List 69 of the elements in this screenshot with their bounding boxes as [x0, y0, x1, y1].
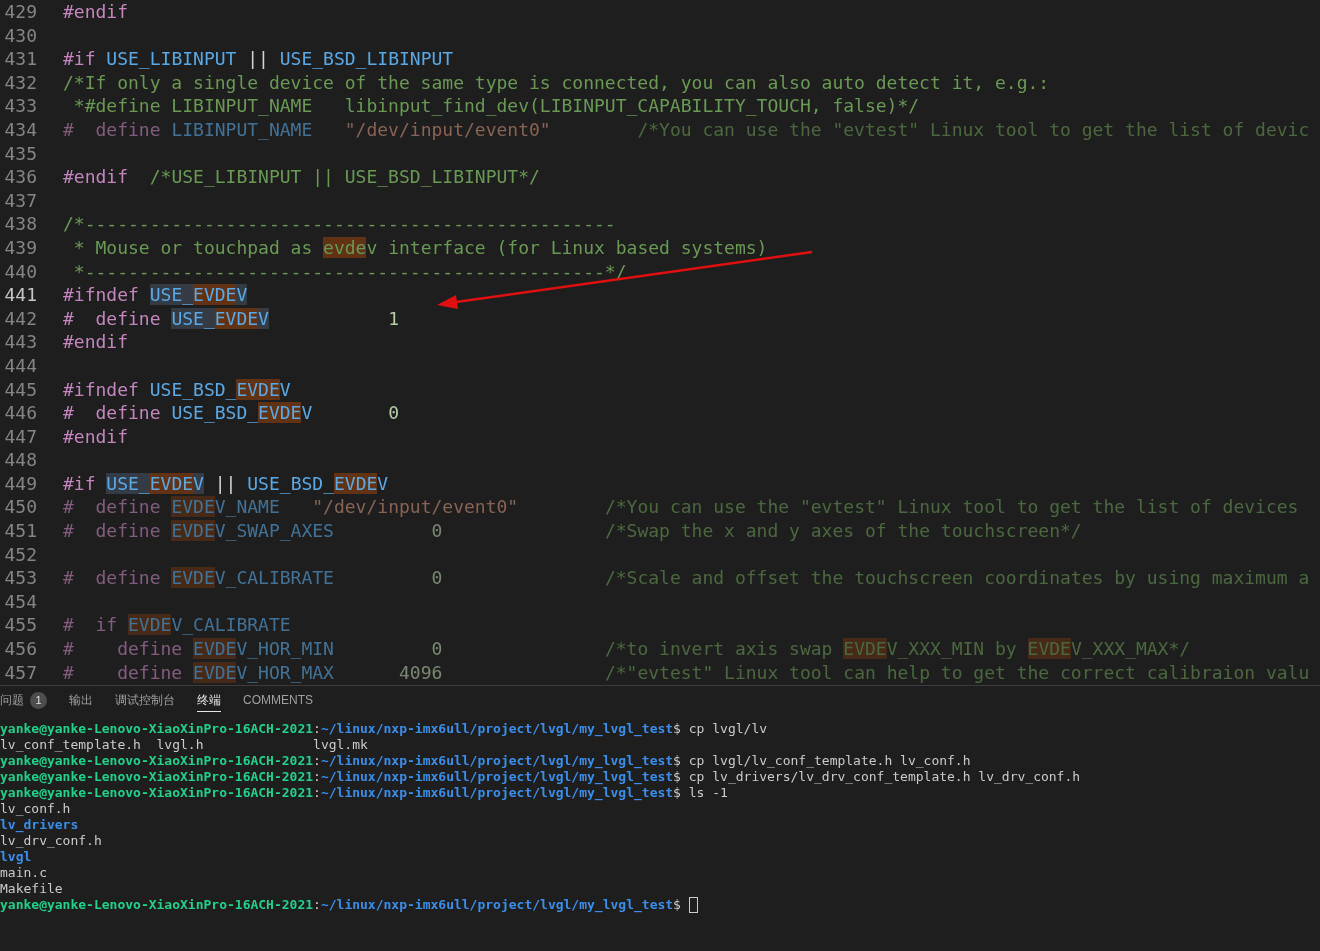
code-line: *#define LIBINPUT_NAME libinput_find_dev(LIBINPUT_CAPABILITY_TOUCH, false)*/: [72, 94, 920, 118]
code-line: #endif: [63, 424, 129, 449]
line-number: 443: [3, 330, 37, 354]
line-number: 433: [3, 94, 37, 118]
code-line: # define LIBINPUT_NAME "/dev/input/event0" /*You can use the "evtest" Linux tool to get the list of devic: [63, 117, 1310, 142]
code-line: # define EVDEV_SWAP_AXES 0 /*Swap the x and y axes of the touchscreen*/: [63, 519, 1082, 543]
code-line: #endif: [63, 0, 129, 24]
terminal-line: Makefile: [0, 881, 63, 897]
code-line: #ifndef USE_BSD_EVDEV: [63, 377, 291, 402]
code-line: #if USE_LIBINPUT || USE_BSD_LIBINPUT: [63, 47, 454, 71]
line-number: 450: [3, 495, 37, 520]
code-line: #ifndef USE_EVDEV: [63, 283, 248, 307]
terminal-line: yanke@yanke-Lenovo-XiaoXinPro-16ACH-2021:~/linux/nxp-imx6ull/project/lvgl/my_lvgl_test$ cp lvgl/lv: [0, 721, 768, 737]
panel-tab[interactable]: 输出: [69, 688, 93, 712]
line-number: 430: [3, 23, 37, 48]
terminal-line: lv_drivers: [0, 817, 79, 833]
terminal-line: lvgl: [0, 849, 32, 865]
line-number: 445: [3, 377, 37, 402]
code-line: #if USE_EVDEV || USE_BSD_EVDEV: [63, 471, 389, 496]
line-number: 436: [3, 165, 37, 189]
terminal-line: yanke@yanke-Lenovo-XiaoXinPro-16ACH-2021:~/linux/nxp-imx6ull/project/lvgl/my_lvgl_test$ cp lv_drivers/lv_drv_conf_template.h lv_drv_conf.h: [0, 769, 1081, 785]
panel-tab[interactable]: 终端: [197, 688, 221, 712]
code-line: #endif: [63, 330, 129, 354]
terminal-line: lv_conf.h: [0, 801, 71, 817]
line-number: 451: [3, 519, 37, 543]
code-line: # if EVDEV_CALIBRATE: [63, 613, 291, 638]
code-line: /*-------------------------------------------------: [63, 212, 616, 236]
line-number: 453: [3, 566, 37, 590]
line-number: 432: [3, 70, 37, 95]
terminal-line: yanke@yanke-Lenovo-XiaoXinPro-16ACH-2021:~/linux/nxp-imx6ull/project/lvgl/my_lvgl_test$ cp lvgl/lv_conf_template.h lv_conf.h: [0, 753, 971, 769]
line-number: 431: [3, 47, 37, 71]
line-number: 439: [3, 235, 37, 260]
terminal-line: lv_conf_template.h lvgl.h lvgl.mk: [0, 737, 368, 753]
line-number: 456: [3, 637, 37, 661]
line-number: 441: [3, 283, 37, 307]
terminal-line: main.c: [0, 865, 47, 881]
line-number: 438: [3, 212, 37, 236]
code-line: #endif /*USE_LIBINPUT || USE_BSD_LIBINPUT*/: [63, 165, 540, 189]
line-number: 429: [3, 0, 37, 24]
line-number: 434: [3, 117, 37, 142]
line-number: 449: [3, 471, 37, 496]
line-number: 452: [3, 542, 37, 567]
code-line: # define USE_EVDEV 1: [63, 306, 399, 331]
line-number: 440: [3, 259, 37, 284]
code-line: * Mouse or touchpad as evdev interface (for Linux based systems): [72, 235, 768, 260]
line-number: 454: [3, 589, 37, 614]
panel-tab[interactable]: 调试控制台: [115, 688, 175, 712]
code-line: /*If only a single device of the same type is connected, you can also auto detect it, e.g.:: [63, 70, 1050, 95]
terminal-line: yanke@yanke-Lenovo-XiaoXinPro-16ACH-2021:~/linux/nxp-imx6ull/project/lvgl/my_lvgl_test$ ls -1: [0, 785, 728, 801]
terminal-line: lv_drv_conf.h: [0, 833, 102, 849]
panel-tab[interactable]: COMMENTS: [243, 688, 313, 712]
line-number: 446: [3, 401, 37, 425]
terminal-line: yanke@yanke-Lenovo-XiaoXinPro-16ACH-2021:~/linux/nxp-imx6ull/project/lvgl/my_lvgl_test$: [0, 897, 681, 913]
code-line: # define EVDEV_CALIBRATE 0 /*Scale and offset the touchscreen coordinates by using maximum a: [63, 566, 1310, 590]
line-number: 437: [3, 188, 37, 213]
line-number: 457: [3, 660, 37, 685]
code-line: # define EVDEV_HOR_MIN 0 /*to invert axis swap EVDEV_XXX_MIN by EVDEV_XXX_MAX*/: [63, 637, 1191, 661]
count-badge: 1: [30, 691, 47, 709]
code-line: # define EVDEV_HOR_MAX 4096 /*"evtest" Linux tool can help to get the correct calibraion valu: [63, 660, 1310, 685]
line-number: 442: [3, 306, 37, 331]
line-number: 447: [3, 424, 37, 449]
code-line: # define USE_BSD_EVDEV 0: [63, 401, 399, 425]
line-number: 444: [3, 353, 37, 378]
line-number: 435: [3, 141, 37, 166]
code-line: *------------------------------------------------*/: [72, 259, 627, 284]
panel-tab[interactable]: 问题: [0, 688, 24, 712]
line-number: 448: [3, 448, 37, 472]
line-number: 455: [3, 613, 37, 638]
code-line: # define EVDEV_NAME "/dev/input/event0" /*You can use the "evtest" Linux tool to get the list of devices: [63, 495, 1299, 520]
